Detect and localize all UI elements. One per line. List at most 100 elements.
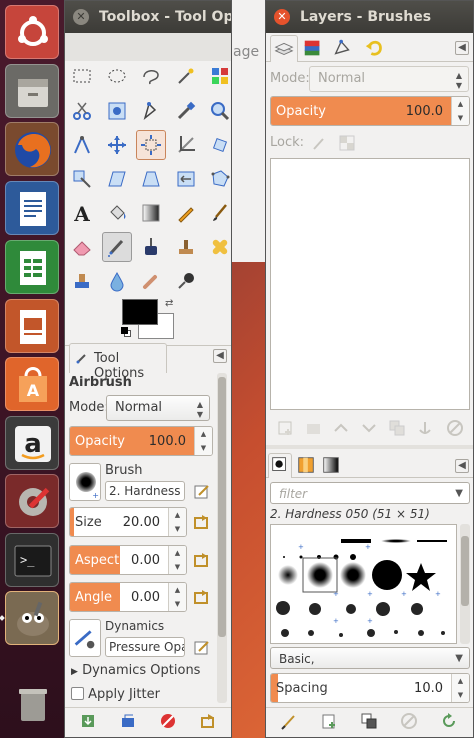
measure-tool[interactable] [67, 130, 97, 160]
brush-grid-scrollbar-thumb[interactable] [461, 536, 469, 606]
software-center-icon[interactable]: A [5, 357, 59, 411]
duplicate-layer-icon[interactable] [386, 417, 408, 439]
libreoffice-calc-icon[interactable] [5, 240, 59, 294]
pencil-tool[interactable] [171, 198, 201, 228]
tab-tool-options[interactable]: Tool Options [69, 343, 167, 381]
swap-colors-icon[interactable]: ⇄ [165, 298, 173, 309]
delete-layer-icon[interactable] [444, 417, 466, 439]
size-slider[interactable]: Size 20.00 ▲ ▼ [69, 507, 187, 537]
reset-aspect-icon[interactable] [191, 549, 213, 571]
layers-opacity-slider[interactable]: Opacity 100.0 ▲ ▼ [270, 96, 470, 126]
lock-pixels-icon[interactable] [308, 132, 330, 154]
opacity-slider[interactable]: Opacity 100.0 ▲ ▼ [69, 426, 213, 456]
tab-channels[interactable] [300, 37, 328, 61]
reset-colors-icon[interactable] [121, 327, 131, 337]
layers-mode-select[interactable]: Normal ▲ ▼ [309, 66, 469, 92]
scissors-select-tool[interactable] [67, 96, 97, 126]
flip-tool[interactable] [171, 164, 201, 194]
spacing-slider[interactable]: Spacing 10.0 ▲ ▼ [270, 673, 470, 703]
pane-separator[interactable] [266, 445, 473, 449]
system-settings-icon[interactable] [5, 474, 59, 528]
foreground-color-swatch[interactable] [122, 299, 158, 325]
layers-opacity-spinner[interactable]: ▲ ▼ [451, 97, 469, 125]
brush-filter-input[interactable]: filter ▼ [270, 482, 470, 504]
files-icon[interactable] [5, 64, 59, 118]
rotate-tool[interactable] [205, 130, 231, 160]
eraser-tool[interactable] [67, 232, 97, 262]
airbrush-tool[interactable] [102, 232, 132, 262]
dynamics-preview[interactable] [69, 619, 101, 657]
blur-tool[interactable] [102, 266, 132, 296]
tab-patterns[interactable] [296, 455, 318, 477]
apply-jitter-checkbox[interactable]: Apply Jitter [71, 687, 160, 702]
ink-tool[interactable] [136, 232, 166, 262]
brush-grid-scrollbar[interactable] [460, 524, 470, 644]
color-picker-tool[interactable] [171, 96, 201, 126]
clone-tool[interactable] [171, 232, 201, 262]
opacity-spinner[interactable]: ▲ ▼ [194, 427, 212, 455]
tab-undo-history[interactable] [362, 37, 390, 61]
tool-options-scrollbar[interactable] [217, 373, 227, 703]
trash-icon[interactable] [5, 676, 59, 730]
bucket-fill-tool[interactable] [102, 198, 132, 228]
edit-brush-button-icon[interactable] [278, 710, 300, 732]
scale-tool[interactable] [67, 164, 97, 194]
libreoffice-impress-icon[interactable] [5, 299, 59, 353]
tab-gradients[interactable] [321, 455, 343, 477]
crop-tool[interactable] [171, 130, 201, 160]
heal-tool[interactable] [205, 232, 231, 262]
layers-titlebar[interactable]: ✕ Layers - Brushes [266, 1, 473, 33]
layers-list[interactable] [270, 158, 470, 410]
dynamics-name-field[interactable]: Pressure Opa [105, 637, 185, 657]
amazon-icon[interactable]: a [5, 416, 59, 470]
apply-jitter-box[interactable] [71, 687, 84, 700]
perspective-clone-tool[interactable] [67, 266, 97, 296]
tab-layers[interactable] [270, 35, 298, 62]
toolbox-close-icon[interactable]: ✕ [73, 9, 89, 25]
delete-brush-icon[interactable] [398, 710, 420, 732]
new-brush-icon[interactable] [318, 710, 340, 732]
restore-tool-preset-icon[interactable] [117, 710, 139, 732]
text-tool[interactable]: A [67, 198, 97, 228]
firefox-icon[interactable] [5, 122, 59, 176]
ellipse-select-tool[interactable] [102, 61, 132, 91]
brush-preview[interactable]: + [69, 463, 101, 501]
tab-paths[interactable] [330, 37, 358, 61]
lock-alpha-icon[interactable] [336, 132, 358, 154]
aspect-spinner[interactable]: ▲ ▼ [168, 546, 186, 574]
rect-select-tool[interactable] [67, 61, 97, 91]
refresh-brushes-icon[interactable] [438, 710, 460, 732]
brushes-tab-menu-icon[interactable]: ◀ [455, 459, 469, 473]
paintbrush-tool[interactable] [205, 198, 231, 228]
blend-tool[interactable] [136, 198, 166, 228]
aspect-slider[interactable]: Aspect ... 0.00 ▲ ▼ [69, 545, 187, 575]
libreoffice-writer-icon[interactable] [5, 181, 59, 235]
alignment-tool[interactable] [136, 130, 166, 160]
gimp-icon[interactable] [5, 591, 59, 645]
angle-spinner[interactable]: ▲ ▼ [168, 583, 186, 611]
reset-size-icon[interactable] [191, 511, 213, 533]
reset-angle-icon[interactable] [191, 586, 213, 608]
anchor-layer-icon[interactable] [414, 417, 436, 439]
mode-select[interactable]: Normal ▲ ▼ [106, 395, 210, 421]
smudge-tool[interactable] [136, 266, 166, 296]
ubuntu-dash-icon[interactable] [5, 5, 59, 59]
fuzzy-select-tool[interactable] [171, 61, 201, 91]
delete-tool-preset-icon[interactable] [157, 710, 179, 732]
select-by-color-tool[interactable] [205, 61, 231, 91]
size-spinner[interactable]: ▲ ▼ [168, 508, 186, 536]
new-layer-group-icon[interactable] [302, 417, 324, 439]
spacing-spinner[interactable]: ▲ ▼ [451, 674, 469, 702]
cage-transform-tool[interactable] [205, 164, 231, 194]
new-layer-icon[interactable] [274, 417, 296, 439]
raise-layer-icon[interactable] [330, 417, 352, 439]
duplicate-brush-icon[interactable] [358, 710, 380, 732]
terminal-icon[interactable]: >_ [5, 533, 59, 587]
angle-slider[interactable]: Angle 0.00 ▲ ▼ [69, 582, 187, 612]
brush-name-field[interactable]: 2. Hardness 0 [105, 481, 185, 501]
dodge-burn-tool[interactable] [171, 266, 201, 296]
toolbox-titlebar[interactable]: ✕ Toolbox - Tool Options [65, 1, 231, 33]
zoom-tool[interactable] [205, 96, 231, 126]
tab-menu-icon[interactable]: ◀ [213, 349, 227, 363]
move-tool[interactable] [102, 130, 132, 160]
